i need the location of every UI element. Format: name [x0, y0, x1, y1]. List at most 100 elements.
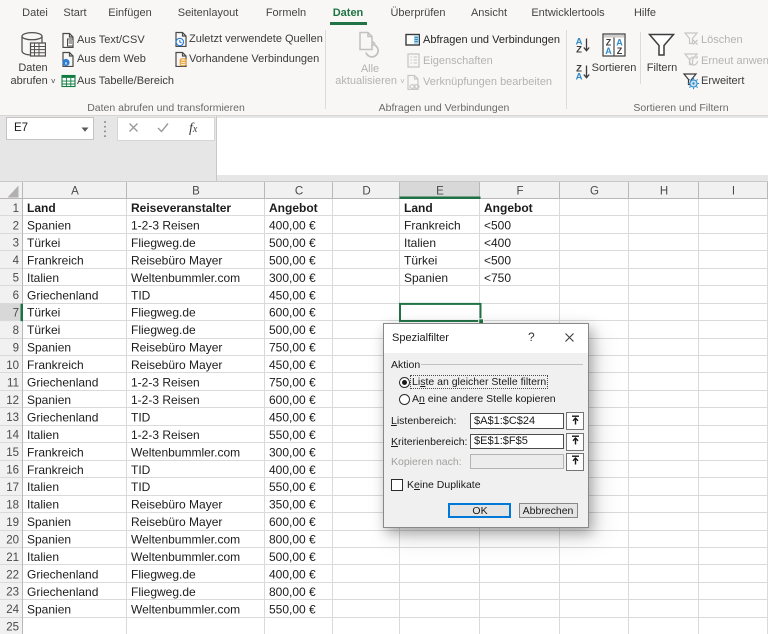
svg-text:Z: Z	[576, 45, 582, 54]
svg-text:13: 13	[6, 412, 19, 424]
svg-text:21: 21	[6, 552, 19, 564]
svg-text:A: A	[71, 186, 79, 198]
svg-text:400,00 €: 400,00 €	[269, 219, 316, 233]
svg-text:Spanien: Spanien	[27, 341, 71, 355]
svg-text:350,00 €: 350,00 €	[269, 498, 316, 512]
svg-text:A: A	[576, 72, 583, 81]
svg-text:Reisebüro Mayer: Reisebüro Mayer	[131, 253, 222, 267]
svg-text:Z: Z	[617, 46, 623, 56]
svg-text:Italien: Italien	[27, 480, 59, 494]
svg-text:<750: <750	[484, 271, 511, 285]
svg-text:A: A	[605, 46, 612, 56]
svg-text:1-2-3 Reisen: 1-2-3 Reisen	[131, 376, 200, 390]
svg-text:300,00 €: 300,00 €	[269, 271, 316, 285]
svg-text:6: 6	[13, 290, 19, 302]
svg-text:20: 20	[6, 534, 19, 546]
svg-text:Italien: Italien	[27, 498, 59, 512]
svg-text:Griechenland: Griechenland	[27, 585, 98, 599]
svg-text:Türkei: Türkei	[27, 306, 60, 320]
svg-text:Land: Land	[404, 201, 433, 215]
svg-text:600,00 €: 600,00 €	[269, 393, 316, 407]
svg-text:1-2-3 Reisen: 1-2-3 Reisen	[131, 393, 200, 407]
svg-text:500,00 €: 500,00 €	[269, 236, 316, 250]
svg-text:<500: <500	[484, 219, 511, 233]
svg-text:7: 7	[13, 308, 19, 320]
svg-text:Italien: Italien	[27, 271, 59, 285]
svg-text:Griechenland: Griechenland	[27, 410, 98, 424]
svg-text:25: 25	[6, 622, 19, 634]
svg-text:450,00 €: 450,00 €	[269, 358, 316, 372]
svg-text:F: F	[516, 186, 523, 198]
svg-text:450,00 €: 450,00 €	[269, 410, 316, 424]
svg-text:Spanien: Spanien	[404, 271, 448, 285]
svg-text:Fliegweg.de: Fliegweg.de	[131, 323, 196, 337]
svg-text:Frankreich: Frankreich	[27, 445, 84, 459]
svg-text:1-2-3 Reisen: 1-2-3 Reisen	[131, 428, 200, 442]
svg-text:Weltenbummler.com: Weltenbummler.com	[131, 550, 240, 564]
svg-text:5: 5	[13, 273, 19, 285]
svg-text:400,00 €: 400,00 €	[269, 463, 316, 477]
svg-text:750,00 €: 750,00 €	[269, 376, 316, 390]
svg-text:Fliegweg.de: Fliegweg.de	[131, 306, 196, 320]
svg-text:Fliegweg.de: Fliegweg.de	[131, 236, 196, 250]
svg-text:22: 22	[6, 569, 19, 581]
svg-text:550,00 €: 550,00 €	[269, 602, 316, 616]
svg-text:Spanien: Spanien	[27, 533, 71, 547]
svg-text:Angebot: Angebot	[269, 201, 318, 215]
svg-text:G: G	[590, 186, 599, 198]
svg-text:TID: TID	[131, 463, 151, 477]
svg-text:Frankreich: Frankreich	[27, 463, 84, 477]
svg-text:Reisebüro Mayer: Reisebüro Mayer	[131, 498, 222, 512]
svg-text:Frankreich: Frankreich	[404, 219, 461, 233]
svg-text:Reisebüro Mayer: Reisebüro Mayer	[131, 515, 222, 529]
svg-text:Frankreich: Frankreich	[27, 253, 84, 267]
svg-text:Spanien: Spanien	[27, 393, 71, 407]
svg-text:Griechenland: Griechenland	[27, 288, 98, 302]
svg-text:1: 1	[13, 203, 19, 215]
svg-text:Spanien: Spanien	[27, 515, 71, 529]
svg-text:Weltenbummler.com: Weltenbummler.com	[131, 533, 240, 547]
svg-text:Italien: Italien	[404, 236, 436, 250]
svg-text:Fliegweg.de: Fliegweg.de	[131, 568, 196, 582]
svg-text:500,00 €: 500,00 €	[269, 323, 316, 337]
svg-text:<400: <400	[484, 236, 511, 250]
svg-text:1-2-3 Reisen: 1-2-3 Reisen	[131, 219, 200, 233]
svg-text:I: I	[732, 186, 735, 198]
svg-text:H: H	[660, 186, 668, 198]
svg-text:D: D	[362, 186, 370, 198]
svg-text:Türkei: Türkei	[404, 253, 437, 267]
svg-text:Türkei: Türkei	[27, 236, 60, 250]
svg-text:750,00 €: 750,00 €	[269, 341, 316, 355]
svg-text:B: B	[192, 186, 200, 198]
svg-text:Weltenbummler.com: Weltenbummler.com	[131, 602, 240, 616]
svg-text:10: 10	[6, 360, 19, 372]
svg-text:Reisebüro Mayer: Reisebüro Mayer	[131, 358, 222, 372]
svg-text:<500: <500	[484, 253, 511, 267]
svg-text:Land: Land	[27, 201, 56, 215]
svg-text:300,00 €: 300,00 €	[269, 445, 316, 459]
svg-text:550,00 €: 550,00 €	[269, 428, 316, 442]
svg-text:550,00 €: 550,00 €	[269, 480, 316, 494]
svg-text:18: 18	[6, 500, 19, 512]
svg-text:12: 12	[6, 395, 19, 407]
svg-text:Weltenbummler.com: Weltenbummler.com	[131, 271, 240, 285]
svg-text:Fliegweg.de: Fliegweg.de	[131, 585, 196, 599]
svg-text:Spanien: Spanien	[27, 602, 71, 616]
svg-text:24: 24	[6, 604, 19, 616]
svg-text:Griechenland: Griechenland	[27, 568, 98, 582]
svg-text:500,00 €: 500,00 €	[269, 253, 316, 267]
svg-text:E: E	[436, 186, 444, 198]
svg-text:TID: TID	[131, 288, 151, 302]
svg-text:23: 23	[6, 587, 19, 599]
svg-text:Italien: Italien	[27, 550, 59, 564]
svg-text:TID: TID	[131, 480, 151, 494]
svg-text:Griechenland: Griechenland	[27, 376, 98, 390]
svg-text:19: 19	[6, 517, 19, 529]
svg-text:500,00 €: 500,00 €	[269, 550, 316, 564]
svg-text:450,00 €: 450,00 €	[269, 288, 316, 302]
svg-text:16: 16	[6, 465, 19, 477]
svg-text:Spanien: Spanien	[27, 219, 71, 233]
svg-text:3: 3	[13, 238, 19, 250]
svg-text:800,00 €: 800,00 €	[269, 585, 316, 599]
svg-text:17: 17	[6, 482, 19, 494]
